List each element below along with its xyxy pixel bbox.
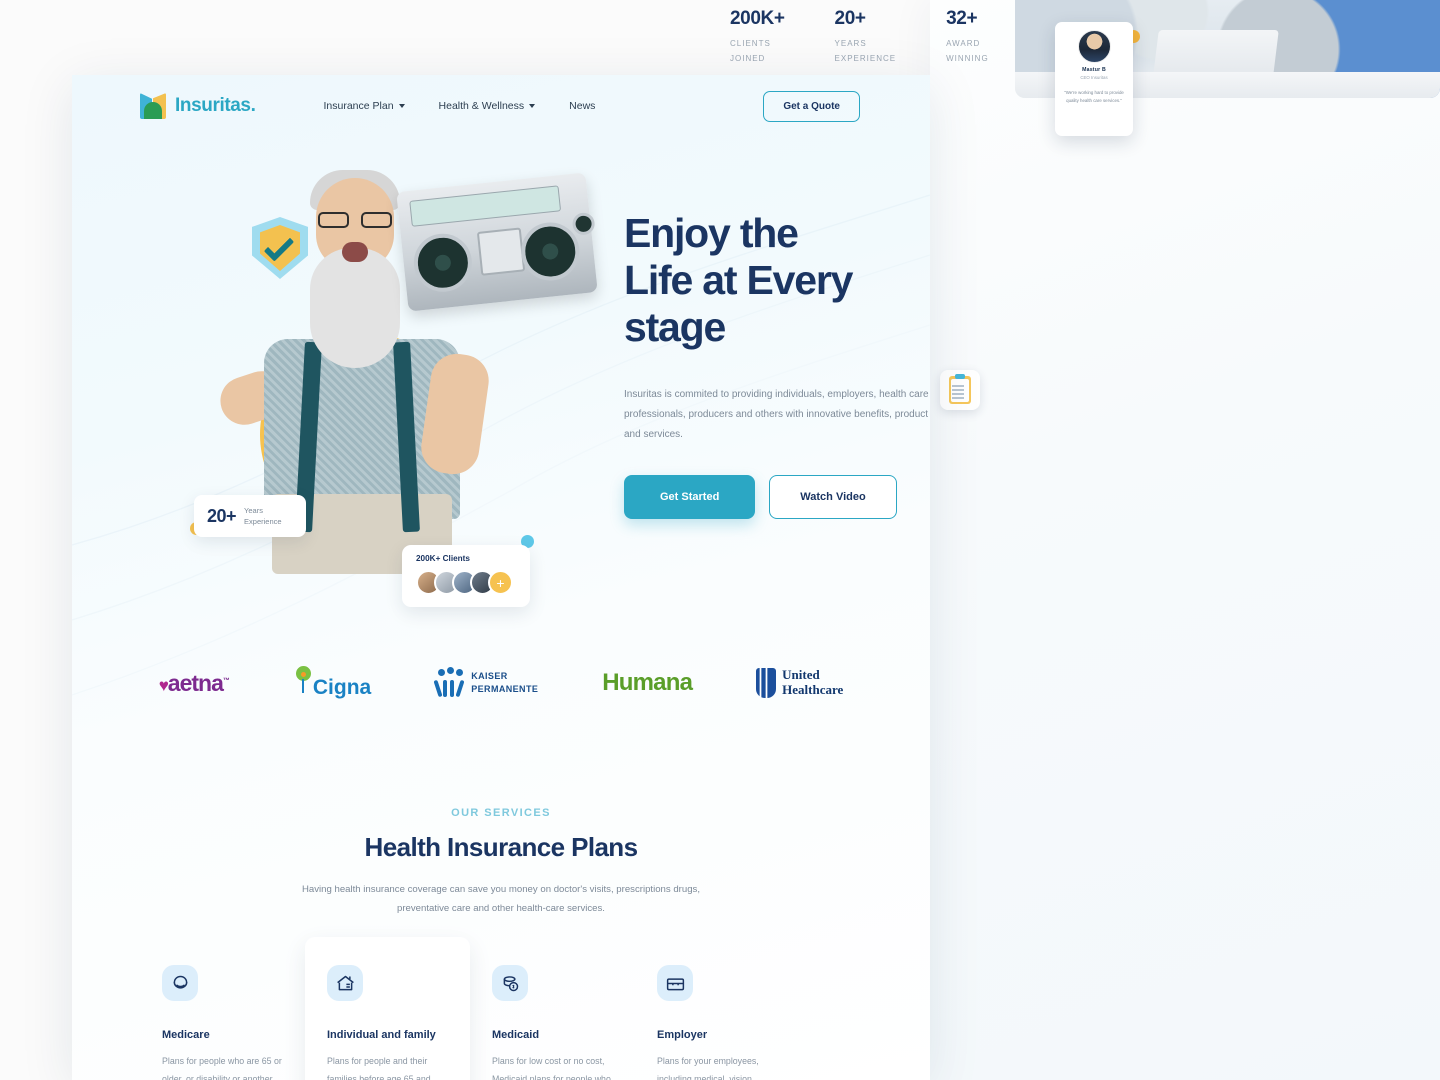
service-card-employer[interactable]: Employer Plans for your employees, inclu… [635, 937, 800, 1080]
screenshot-stage: MEMBERSHIP PROGRAM Become a member to ch… [0, 0, 1440, 1080]
house-icon [327, 965, 363, 1001]
watch-video-button[interactable]: Watch Video [769, 475, 897, 520]
coins-dollar-icon [492, 965, 528, 1001]
partner-logo-aetna: ♥aetna™ [158, 665, 230, 701]
partner-logo-kaiser-permanente: KAISER PERMANENTE [433, 665, 539, 701]
partner-logo-cigna: Cigna [293, 665, 371, 701]
hero-buttons: Get Started Watch Video [624, 475, 930, 520]
aetna-wordmark: ♥aetna™ [158, 669, 230, 696]
senior-person-icon [162, 965, 198, 1001]
hero-title-line-1: Enjoy the [624, 210, 799, 256]
service-cards: Medicare Plans for people who are 65 or … [140, 937, 800, 1080]
heart-icon: ♥ [158, 675, 169, 695]
hero-title-line-3: stage [624, 304, 726, 351]
ceo-quote: "We're working hard to provide quality h… [1064, 89, 1124, 103]
beard-shape [310, 248, 400, 368]
stat-label: AWARD WINNING [946, 39, 989, 63]
service-card-title: Medicaid [492, 1029, 540, 1041]
avatar-group: + [416, 570, 530, 595]
nav-item-news[interactable]: News [569, 100, 595, 112]
clients-badge-label: 200K+ Clients [416, 554, 470, 563]
service-card-body: Plans for your employees, including medi… [657, 1056, 759, 1080]
chevron-down-icon [398, 104, 405, 108]
stat-label: YEARS EXPERIENCE [834, 39, 897, 63]
uhc-wordmark: United Healthcare [782, 667, 844, 697]
stat-item: 32+ AWARD WINNING [946, 8, 989, 67]
chevron-down-icon [529, 104, 536, 108]
humana-wordmark: Humana [602, 669, 693, 696]
ceo-testimonial-card: Mastur B CEO Insuritas "We're working ha… [1055, 22, 1133, 136]
nav-links: Insurance Plan Health & Wellness News [323, 100, 595, 112]
years-badge-number: 20+ [207, 505, 237, 526]
service-card-body: Plans for people and their families befo… [327, 1056, 431, 1080]
kaiser-wordmark: KAISER PERMANENTE [471, 670, 539, 695]
clipboard-icon [940, 370, 980, 410]
ceo-name: Mastur B [1082, 67, 1106, 73]
service-card-individual-and-family[interactable]: Individual and family Plans for people a… [305, 937, 470, 1080]
years-badge-label: Years Experience [244, 505, 282, 526]
tree-icon [293, 666, 313, 694]
services-section: OUR SERVICES Health Insurance Plans Havi… [72, 807, 930, 1080]
nav-item-label: Insurance Plan [323, 100, 394, 112]
hero-paragraph: Insuritas is commited to providing indiv… [624, 389, 929, 441]
logo-mark-icon [140, 93, 166, 119]
clients-badge: 200K+ Clients + [402, 545, 530, 607]
stat-number: 32+ [946, 8, 978, 29]
service-card-medicaid[interactable]: Medicaid Plans for low cost or no cost, … [470, 937, 635, 1080]
years-experience-badge: 20+ Years Experience [194, 495, 306, 537]
stat-number: 200K+ [730, 8, 785, 29]
service-card-title: Employer [657, 1029, 708, 1041]
avatar [1077, 30, 1111, 63]
boombox-shape [396, 172, 598, 312]
glasses-icon [316, 212, 394, 228]
more-avatars-button[interactable]: + [488, 570, 513, 595]
cigna-wordmark: Cigna [293, 666, 371, 700]
secondary-page-screenshot: MEMBERSHIP PROGRAM Become a member to ch… [930, 0, 1440, 1080]
uhc-shield-icon [756, 668, 777, 698]
service-card-medicare[interactable]: Medicare Plans for people who are 65 or … [140, 937, 305, 1080]
primary-page-screenshot: Insuritas. Insurance Plan Health & Welln… [72, 75, 930, 1080]
partner-logo-humana: Humana [602, 665, 693, 701]
hero-title-line-2: Life at Every [624, 257, 853, 304]
stats-strip: 200K+ CLIENTS JOINED 20+ YEARS EXPERIENCE … [730, 8, 989, 67]
stat-item: 200K+ CLIENTS JOINED [730, 8, 785, 67]
navbar: Insuritas. Insurance Plan Health & Welln… [72, 75, 930, 137]
get-started-button[interactable]: Get Started [624, 475, 756, 520]
service-card-body: Plans for low cost or no cost, Medicaid … [492, 1056, 611, 1080]
brand-name: Insuritas. [175, 95, 256, 116]
service-card-body: Plans for people who are 65 or older, or… [162, 1056, 282, 1080]
partner-logos: ♥aetna™ Cigna KAISER PERMANENTE Humana U… [72, 665, 930, 701]
nav-item-health-wellness[interactable]: Health & Wellness [439, 100, 536, 112]
services-heading: Health Insurance Plans [364, 832, 639, 862]
hero-copy: Enjoy the Life at Every stage Insuritas … [624, 210, 930, 520]
services-eyebrow: OUR SERVICES [451, 807, 551, 819]
stat-item: 20+ YEARS EXPERIENCE [835, 8, 897, 67]
get-a-quote-nav-button[interactable]: Get a Quote [763, 91, 860, 122]
briefcase-icon [657, 965, 693, 1001]
nav-item-label: Health & Wellness [438, 100, 525, 112]
mouth-shape [342, 242, 368, 262]
nav-item-insurance-plan[interactable]: Insurance Plan [323, 100, 405, 112]
hero-title: Enjoy the Life at Every stage [624, 210, 930, 351]
ceo-role: CEO Insuritas [1080, 74, 1108, 80]
services-paragraph: Having health insurance coverage can sav… [301, 884, 701, 915]
partner-logo-united-healthcare: United Healthcare [756, 665, 843, 701]
logo[interactable]: Insuritas. [140, 93, 256, 119]
service-card-title: Medicare [162, 1029, 210, 1041]
kaiser-fan-icon [433, 667, 465, 698]
service-card-title: Individual and family [327, 1029, 436, 1041]
stat-number: 20+ [834, 8, 866, 29]
stat-label: CLIENTS JOINED [730, 39, 771, 63]
nav-item-label: News [569, 100, 596, 112]
